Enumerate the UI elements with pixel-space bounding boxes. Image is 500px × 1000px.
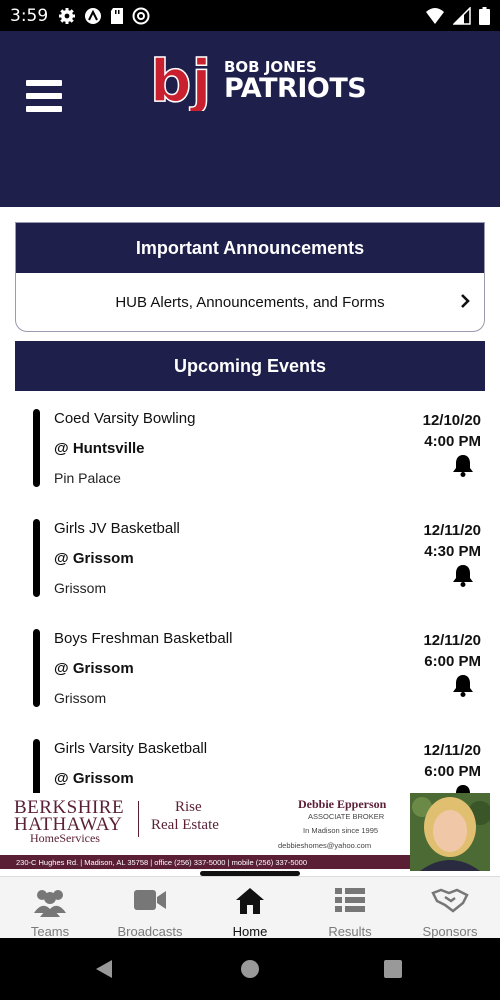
event-at: @ bbox=[54, 550, 69, 567]
event-name: Girls JV Basketball bbox=[54, 520, 180, 537]
event-opponent: Grissom bbox=[72, 550, 134, 567]
ad-footer-strip: 230-C Hughes Rd. | Madison, AL 35758 | o… bbox=[0, 855, 410, 869]
event-item[interactable]: Coed Varsity Bowling @ Huntsville Pin Pa… bbox=[0, 391, 500, 491]
system-nav-bar bbox=[0, 938, 500, 1000]
event-opponent-line: @ Grissom bbox=[54, 660, 134, 677]
ad-partner-line1: Rise bbox=[175, 799, 202, 815]
bj-logo-mark: bj bbox=[149, 51, 212, 111]
vpn-icon bbox=[85, 7, 102, 24]
upcoming-events-title: Upcoming Events bbox=[15, 341, 485, 391]
ad-brand-line3: HomeServices bbox=[30, 831, 100, 845]
nav-results-label: Results bbox=[328, 924, 372, 939]
at-sign-icon bbox=[132, 7, 150, 24]
agent-photo bbox=[410, 793, 490, 871]
event-accent-bar bbox=[33, 409, 40, 487]
list-icon bbox=[335, 888, 365, 912]
nav-sponsors[interactable]: Sponsors bbox=[400, 877, 500, 939]
event-accent-bar bbox=[33, 629, 40, 707]
event-date: 12/11/20 bbox=[423, 632, 481, 649]
event-opponent-line: @ Grissom bbox=[54, 550, 134, 567]
event-name: Boys Freshman Basketball bbox=[54, 630, 233, 647]
event-at: @ bbox=[54, 660, 69, 677]
wifi-icon bbox=[426, 7, 444, 24]
ad-agent-name: Debbie Epperson bbox=[298, 797, 387, 811]
bell-icon[interactable] bbox=[452, 563, 474, 587]
cellular-icon bbox=[453, 6, 471, 25]
nav-broadcasts-label: Broadcasts bbox=[117, 924, 183, 939]
event-item[interactable]: Boys Freshman Basketball @ Grissom Griss… bbox=[0, 611, 500, 711]
announcements-card: Important Announcements HUB Alerts, Anno… bbox=[15, 222, 485, 332]
event-item[interactable]: Girls JV Basketball @ Grissom Grissom 12… bbox=[0, 501, 500, 601]
settings-gear-icon bbox=[59, 7, 76, 24]
event-time: 6:00 PM bbox=[424, 653, 481, 670]
ad-agent-email: debbieshomes@yahoo.com bbox=[278, 841, 372, 850]
ad-divider bbox=[138, 801, 139, 837]
status-time: 3:59 bbox=[10, 5, 49, 26]
event-opponent: Grissom bbox=[72, 770, 134, 787]
battery-icon bbox=[479, 6, 490, 25]
ad-agent-since: In Madison since 1995 bbox=[303, 826, 379, 835]
event-name: Girls Varsity Basketball bbox=[54, 740, 208, 757]
event-opponent: Grissom bbox=[72, 660, 134, 677]
home-circle-icon[interactable] bbox=[240, 959, 260, 979]
announcements-title: Important Announcements bbox=[16, 223, 484, 273]
nav-sponsors-label: Sponsors bbox=[422, 924, 478, 939]
sd-card-icon bbox=[111, 7, 124, 24]
event-time: 6:00 PM bbox=[424, 763, 481, 780]
team-logo: bj BOB JONES PATRIOTS bbox=[148, 51, 378, 111]
announcements-link-label: HUB Alerts, Announcements, and Forms bbox=[115, 293, 385, 311]
event-date: 12/11/20 bbox=[423, 742, 481, 759]
nav-home[interactable]: Home bbox=[200, 877, 300, 939]
nav-results[interactable]: Results bbox=[300, 877, 400, 939]
event-name: Coed Varsity Bowling bbox=[54, 410, 196, 427]
nav-teams[interactable]: Teams bbox=[0, 877, 100, 939]
event-at: @ bbox=[54, 440, 69, 457]
status-bar: 3:59 bbox=[0, 0, 500, 31]
bell-icon[interactable] bbox=[452, 673, 474, 697]
ad-agent-title: ASSOCIATE BROKER bbox=[308, 812, 385, 821]
event-location: Grissom bbox=[54, 580, 107, 596]
nav-home-label: Home bbox=[232, 924, 268, 939]
svg-text:bj: bj bbox=[150, 51, 211, 111]
nav-broadcasts[interactable]: Broadcasts bbox=[100, 877, 200, 939]
events-list: Coed Varsity Bowling @ Huntsville Pin Pa… bbox=[0, 391, 500, 793]
people-icon bbox=[34, 890, 66, 917]
logo-bottom-text: PATRIOTS bbox=[224, 73, 367, 104]
handshake-icon bbox=[431, 888, 469, 913]
sponsor-ad-banner[interactable]: BERKSHIRE HATHAWAY HomeServices Rise Rea… bbox=[0, 793, 500, 873]
app-header: bj BOB JONES PATRIOTS bbox=[0, 31, 500, 207]
menu-line bbox=[26, 80, 62, 86]
chevron-right-icon bbox=[461, 294, 470, 308]
back-icon[interactable] bbox=[94, 959, 114, 979]
bottom-nav: Teams Broadcasts Home Results Sponsors bbox=[0, 876, 500, 939]
home-icon bbox=[236, 888, 264, 914]
event-date: 12/11/20 bbox=[423, 522, 481, 539]
recents-icon[interactable] bbox=[384, 960, 402, 978]
event-at: @ bbox=[54, 770, 69, 787]
event-item[interactable]: Girls Varsity Basketball @ Grissom 12/11… bbox=[0, 721, 500, 793]
menu-button[interactable] bbox=[26, 80, 62, 112]
video-camera-icon bbox=[134, 890, 166, 910]
event-date: 12/10/20 bbox=[422, 412, 481, 429]
event-opponent: Huntsville bbox=[72, 440, 145, 457]
event-opponent-line: @ Grissom bbox=[54, 770, 134, 787]
event-opponent-line: @ Huntsville bbox=[54, 440, 145, 457]
announcements-link[interactable]: HUB Alerts, Announcements, and Forms bbox=[16, 273, 484, 331]
event-time: 4:00 PM bbox=[424, 433, 481, 450]
ad-partner-line2: Real Estate bbox=[151, 817, 219, 833]
event-time: 4:30 PM bbox=[424, 543, 481, 560]
menu-line bbox=[26, 106, 62, 112]
bell-icon[interactable] bbox=[452, 453, 474, 477]
event-location: Pin Palace bbox=[54, 470, 121, 486]
menu-line bbox=[26, 93, 62, 99]
event-accent-bar bbox=[33, 519, 40, 597]
bell-icon[interactable] bbox=[452, 783, 474, 793]
event-accent-bar bbox=[33, 739, 40, 793]
event-location: Grissom bbox=[54, 690, 107, 706]
nav-teams-label: Teams bbox=[30, 924, 70, 939]
